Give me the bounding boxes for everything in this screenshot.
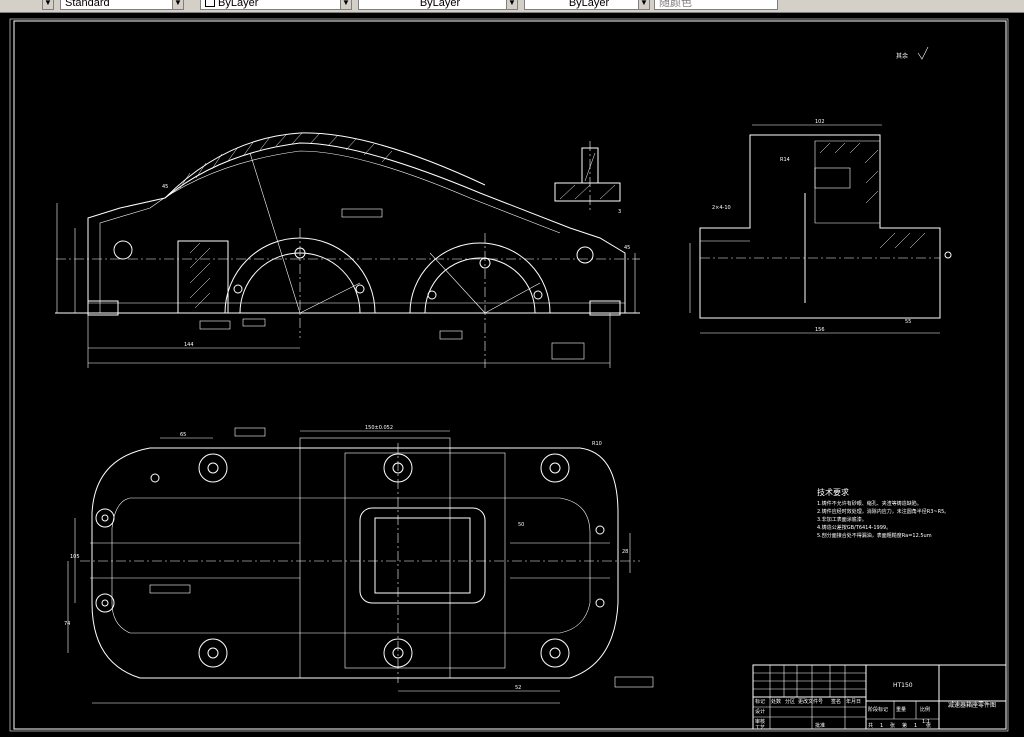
title-approve: 批准 [815, 722, 825, 729]
dim-thread: 2×4-10 [712, 205, 731, 211]
text-style-select[interactable]: Standard [60, 0, 184, 10]
dim-156: 156 [815, 327, 825, 333]
linetype-value: ByLayer [419, 0, 461, 9]
dim-45: 45 [624, 245, 630, 251]
front-view: 45 3 144 45 [55, 132, 640, 368]
tech-req-title: 技术要求 [817, 487, 849, 497]
tech-req-line-2: 2.铸件应经时效处理，消除内应力，未注圆角半径R3~R5。 [817, 508, 949, 515]
title-sheet-info: 1 [914, 723, 917, 729]
dropdown-arrow-icon[interactable]: ▼ [42, 0, 54, 10]
title-row-label: 工艺 [755, 725, 765, 731]
surface-finish-note: 其余 [896, 46, 929, 60]
title-sheet-info: 1 [880, 723, 883, 729]
title-sheet-info: 共 [868, 722, 873, 729]
dim-c3: 3 [618, 209, 621, 215]
top-view: 150±0.052 65 R10 50 52 105 28 74 [64, 425, 654, 704]
title-sheet-info: 张 [926, 722, 931, 729]
dim-150: 150±0.052 [365, 425, 393, 431]
title-row-label: 审核 [755, 718, 765, 725]
chevron-down-icon[interactable]: ▼ [340, 0, 352, 10]
dim-102: 102 [815, 119, 825, 125]
title-col-label: 分区 [785, 698, 795, 705]
dim-105: 105 [70, 554, 80, 560]
dim-74: 74 [64, 621, 70, 627]
tech-req-line-4: 4.铸造公差按GB/T6414-1999。 [817, 524, 891, 531]
title-block: HT150 减速器箱座零件图 标记 设计 审核 工艺 处数 分区 更改文件号 签… [752, 664, 1007, 731]
lineweight-select[interactable]: ByLayer [524, 0, 650, 10]
technical-requirements: 技术要求 1.铸件不允许有砂眼、缩孔、夹渣等铸造缺陷。 2.铸件应经时效处理，消… [817, 487, 949, 539]
tech-req-line-1: 1.铸件不允许有砂眼、缩孔、夹渣等铸造缺陷。 [817, 500, 922, 507]
dim-r10: R10 [592, 441, 602, 447]
text-style-value: Standard [65, 0, 110, 9]
title-row-label: 标记 [755, 698, 765, 705]
dim-50: 50 [518, 522, 524, 528]
title-stage-label: 比例 [920, 706, 930, 713]
lineweight-value: ByLayer [568, 0, 610, 9]
dim-28: 28 [622, 549, 628, 555]
title-sheet-info: 张 [890, 722, 895, 729]
layer-select[interactable]: ByLayer [200, 0, 352, 10]
tech-req-line-3: 3.非加工表面涂底漆。 [817, 516, 867, 523]
dim-144: 144 [184, 342, 194, 348]
tech-req-line-5: 5.剖分面接合处不得漏油，表面粗糙度Ra=12.5um [817, 532, 932, 539]
chevron-down-icon[interactable]: ▼ [506, 0, 518, 10]
side-view: 102 R14 156 55 2×4-10 [689, 119, 952, 334]
plot-style-value: 随颜色 [659, 0, 692, 9]
layer-value: ByLayer [218, 0, 259, 9]
title-stage-label: 阶段标记 [868, 706, 888, 713]
title-col-label: 签名 [831, 698, 841, 705]
sheet-inner-border [13, 20, 1007, 730]
chevron-down-icon[interactable]: ▼ [638, 0, 650, 10]
roughness-symbol-icon [917, 46, 929, 60]
color-swatch-icon [205, 0, 215, 8]
surface-finish-text: 其余 [896, 52, 908, 60]
plot-style-select[interactable]: 随颜色 [654, 0, 778, 10]
linetype-select[interactable]: ByLayer [358, 0, 518, 10]
dim-52: 52 [515, 685, 521, 691]
title-material: HT150 [893, 682, 913, 689]
title-part-name: 减速器箱座零件图 [948, 701, 996, 709]
title-row-label: 设计 [755, 708, 765, 715]
cad-drawing: 其余 45 3 144 45 102 R14 156 55 2×4-10 150… [9, 18, 1009, 732]
title-col-label: 处数 [771, 698, 781, 705]
dim-r14: R14 [780, 157, 790, 163]
drawing-canvas[interactable]: 其余 45 3 144 45 102 R14 156 55 2×4-10 150… [0, 13, 1024, 737]
sheet-outer-border [9, 18, 1009, 732]
properties-toolbar: ▼ Standard ▼ ByLayer ▼ ByLayer ▼ ByLayer… [0, 0, 1024, 13]
title-col-label: 年月日 [846, 698, 861, 705]
title-stage-label: 重量 [896, 706, 906, 713]
title-sheet-info: 第 [902, 722, 907, 729]
chevron-down-icon[interactable]: ▼ [172, 0, 184, 10]
dim-55: 55 [905, 319, 911, 325]
dim-r45: 45 [162, 184, 168, 190]
title-col-label: 更改文件号 [798, 698, 823, 705]
dim-65: 65 [180, 432, 186, 438]
